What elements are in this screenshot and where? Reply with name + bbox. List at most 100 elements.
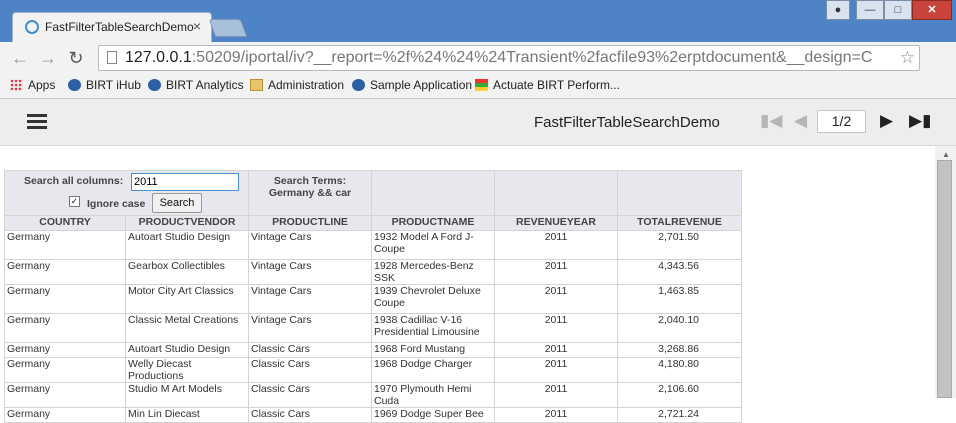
cell-totalrevenue: 1,463.85 xyxy=(617,284,742,314)
browser-titlebar: FastFilterTableSearchDemo × ● — □ ✕ xyxy=(0,0,956,42)
cell-productvendor: Autoart Studio Design xyxy=(125,342,249,358)
bookmark-label: Actuate BIRT Perform... xyxy=(493,78,620,92)
bookmark-star-icon[interactable]: ☆ xyxy=(900,48,915,68)
user-profile-button[interactable]: ● xyxy=(826,0,850,20)
bookmark-administration[interactable]: Administration xyxy=(250,78,344,92)
cell-productline: Vintage Cars xyxy=(248,284,372,314)
cell-country: Germany xyxy=(4,407,126,423)
cell-revenueyear: 2011 xyxy=(494,382,618,408)
cell-productline: Classic Cars xyxy=(248,342,372,358)
chart-bars-icon xyxy=(475,79,488,91)
tab-title: FastFilterTableSearchDemo xyxy=(45,20,194,34)
cell-country: Germany xyxy=(4,382,126,408)
bookmark-apps[interactable]: Apps xyxy=(10,78,55,92)
table-row: Germany Autoart Studio Design Vintage Ca… xyxy=(4,230,742,260)
column-header-productvendor[interactable]: PRODUCTVENDOR xyxy=(125,215,249,231)
cell-revenueyear: 2011 xyxy=(494,259,618,285)
search-terms: Search Terms: Germany && car xyxy=(248,170,372,216)
cell-revenueyear: 2011 xyxy=(494,407,618,423)
cell-productvendor: Studio M Art Models xyxy=(125,382,249,408)
url-path: :50209/iportal/iv?__report=%2f%24%24%24T… xyxy=(191,49,873,66)
forward-arrow-icon[interactable]: → xyxy=(38,48,58,69)
search-terms-value: Germany && car xyxy=(268,187,352,199)
ignore-case-checkbox[interactable]: ✓ xyxy=(69,196,80,207)
first-page-icon[interactable]: ▮◀ xyxy=(760,111,782,131)
table-row: Germany Welly Diecast Productions Classi… xyxy=(4,357,742,383)
cell-productname: 1970 Plymouth Hemi Cuda xyxy=(371,382,495,408)
report-viewer-header: FastFilterTableSearchDemo ▮◀ ◀ 1/2 ▶ ▶▮ xyxy=(0,99,956,146)
birt-logo-icon xyxy=(352,79,365,91)
column-header-productname[interactable]: PRODUCTNAME xyxy=(371,215,495,231)
cell-productline: Vintage Cars xyxy=(248,230,372,260)
last-page-icon[interactable]: ▶▮ xyxy=(909,111,931,131)
cell-revenueyear: 2011 xyxy=(494,313,618,343)
cell-totalrevenue: 2,040.10 xyxy=(617,313,742,343)
browser-tab[interactable]: FastFilterTableSearchDemo × xyxy=(12,12,212,42)
cell-productname: 1938 Cadillac V-16 Presidential Limousin… xyxy=(371,313,495,343)
search-panel: Search all columns: ✓ Ignore case Search xyxy=(4,170,249,216)
column-header-row: COUNTRY PRODUCTVENDOR PRODUCTLINE PRODUC… xyxy=(4,215,742,231)
folder-icon xyxy=(250,79,263,91)
address-bar[interactable]: 127.0.0.1:50209/iportal/iv?__report=%2f%… xyxy=(98,45,920,71)
bookmark-birt-ihub[interactable]: BIRT iHub xyxy=(68,78,141,92)
birt-logo-icon xyxy=(68,79,81,91)
tab-favicon-icon xyxy=(25,20,39,34)
bookmark-label: BIRT iHub xyxy=(86,78,141,92)
cell-revenueyear: 2011 xyxy=(494,342,618,358)
column-header-totalrevenue[interactable]: TOTALREVENUE xyxy=(617,215,742,231)
search-input[interactable] xyxy=(131,173,239,191)
bookmark-actuate-birt-perform[interactable]: Actuate BIRT Perform... xyxy=(475,78,620,92)
maximize-button[interactable]: □ xyxy=(884,0,912,20)
next-page-icon[interactable]: ▶ xyxy=(880,111,893,131)
cell-productvendor: Classic Metal Creations xyxy=(125,313,249,343)
cell-totalrevenue: 2,106.60 xyxy=(617,382,742,408)
bookmark-label: Apps xyxy=(28,78,56,92)
scroll-up-arrow-icon[interactable]: ▲ xyxy=(942,150,950,159)
table-row: Germany Classic Metal Creations Vintage … xyxy=(4,313,742,343)
minimize-button[interactable]: — xyxy=(856,0,884,20)
table-row: Germany Gearbox Collectibles Vintage Car… xyxy=(4,259,742,285)
vertical-scrollbar[interactable]: ▲ xyxy=(935,146,956,398)
page-number-input[interactable]: 1/2 xyxy=(817,110,866,133)
close-window-button[interactable]: ✕ xyxy=(912,0,952,20)
bookmarks-bar: Apps BIRT iHub BIRT Analytics Administra… xyxy=(0,74,956,99)
column-header-revenueyear[interactable]: REVENUEYEAR xyxy=(494,215,618,231)
cell-productname: 1928 Mercedes-Benz SSK xyxy=(371,259,495,285)
cell-totalrevenue: 4,343.56 xyxy=(617,259,742,285)
cell-productline: Classic Cars xyxy=(248,407,372,423)
new-tab-button[interactable] xyxy=(208,19,248,37)
hamburger-menu-icon[interactable] xyxy=(27,114,47,132)
back-arrow-icon[interactable]: ← xyxy=(10,48,30,69)
table-row: Germany Autoart Studio Design Classic Ca… xyxy=(4,342,742,358)
empty-header-cell xyxy=(617,170,742,216)
cell-productvendor: Welly Diecast Productions xyxy=(125,357,249,383)
cell-revenueyear: 2011 xyxy=(494,357,618,383)
reload-icon[interactable]: ↻ xyxy=(66,48,86,69)
cell-country: Germany xyxy=(4,357,126,383)
cell-productvendor: Motor City Art Classics xyxy=(125,284,249,314)
cell-country: Germany xyxy=(4,230,126,260)
cell-productline: Vintage Cars xyxy=(248,313,372,343)
cell-country: Germany xyxy=(4,313,126,343)
bookmark-birt-analytics[interactable]: BIRT Analytics xyxy=(148,78,244,92)
bookmark-label: BIRT Analytics xyxy=(166,78,244,92)
scrollbar-thumb[interactable] xyxy=(937,160,952,398)
cell-country: Germany xyxy=(4,342,126,358)
bookmark-label: Sample Application xyxy=(370,78,473,92)
search-button[interactable]: Search xyxy=(152,193,202,213)
cell-productname: 1969 Dodge Super Bee xyxy=(371,407,495,423)
tab-close-icon[interactable]: × xyxy=(193,18,201,34)
table-row: Germany Studio M Art Models Classic Cars… xyxy=(4,382,742,408)
column-header-country[interactable]: COUNTRY xyxy=(4,215,126,231)
search-terms-label: Search Terms: xyxy=(273,175,347,187)
cell-revenueyear: 2011 xyxy=(494,284,618,314)
column-header-productline[interactable]: PRODUCTLINE xyxy=(248,215,372,231)
bookmark-sample-application[interactable]: Sample Application xyxy=(352,78,472,92)
search-row: Search all columns: ✓ Ignore case Search… xyxy=(4,170,742,216)
apps-grid-icon xyxy=(10,79,23,91)
ignore-case-label: Ignore case xyxy=(87,198,146,210)
cell-revenueyear: 2011 xyxy=(494,230,618,260)
url-text: 127.0.0.1:50209/iportal/iv?__report=%2f%… xyxy=(125,49,872,67)
empty-header-cell xyxy=(494,170,618,216)
previous-page-icon[interactable]: ◀ xyxy=(794,111,807,131)
